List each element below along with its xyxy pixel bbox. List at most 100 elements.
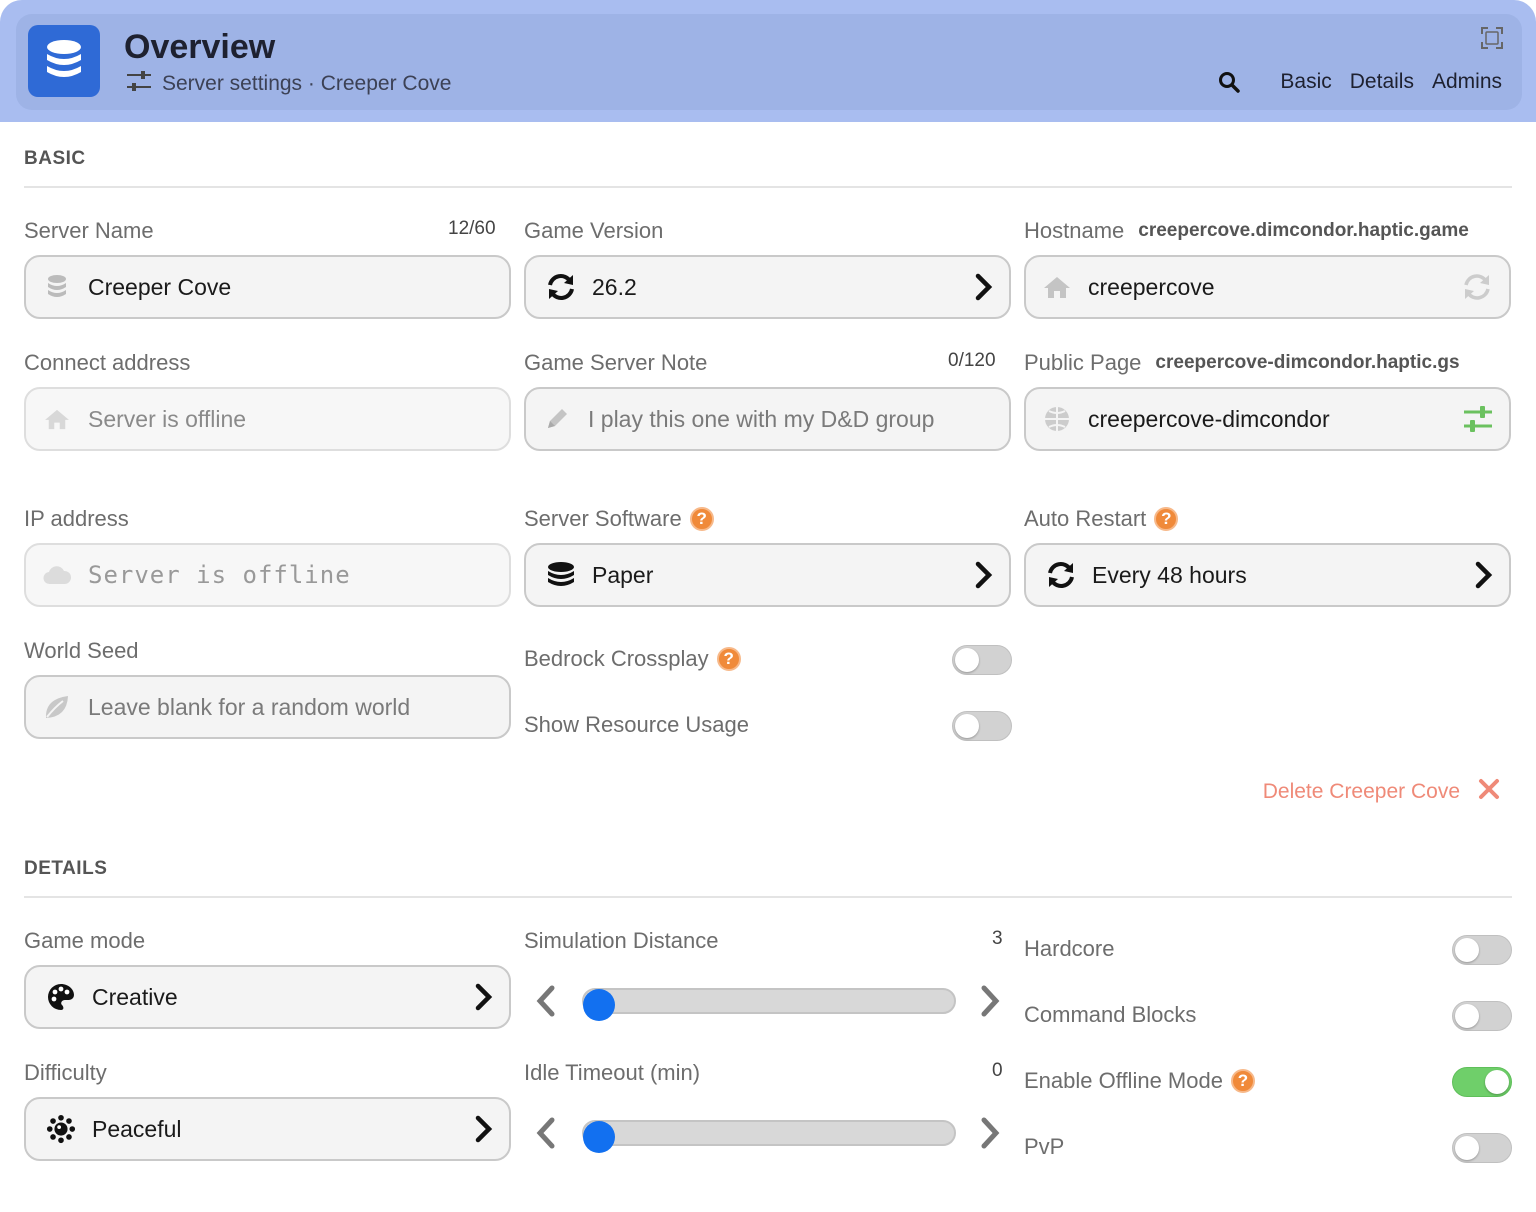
leaf-icon [42, 692, 72, 722]
toggle-knob [1455, 1136, 1479, 1160]
game-server-note-label: Game Server Note [524, 350, 708, 375]
server-name-input[interactable]: Creeper Cove [24, 255, 511, 319]
ip-address-label: IP address [24, 506, 129, 531]
offline-mode-toggle[interactable] [1452, 1067, 1512, 1097]
idle-timeout-value: 0 [992, 1060, 1003, 1081]
game-server-note-placeholder: I play this one with my D&D group [588, 405, 935, 432]
connect-address-placeholder: Server is offline [88, 405, 247, 432]
close-icon [1478, 778, 1500, 806]
chevron-right-icon[interactable] [978, 1116, 1002, 1155]
game-mode-label: Game mode [24, 928, 146, 953]
bedrock-crossplay-toggle[interactable] [952, 645, 1012, 675]
slider-track[interactable] [582, 1120, 956, 1153]
chevron-right-icon[interactable] [978, 984, 1002, 1023]
auto-restart-label-text: Auto Restart [1024, 506, 1147, 531]
nav-basic[interactable]: Basic [1280, 70, 1331, 94]
toggle-knob [955, 648, 979, 672]
hostname-full: creepercove.dimcondor.haptic.game [1138, 220, 1469, 241]
hostname-label-text: Hostname [1024, 218, 1125, 243]
server-software-label: Server Software ? [524, 506, 714, 532]
page-title: Overview [124, 28, 276, 66]
world-seed-input[interactable]: Leave blank for a random world [24, 675, 511, 739]
layers-icon [546, 560, 576, 590]
header-bar: Overview Server settings · Creeper Cove … [16, 14, 1522, 110]
chevron-right-icon [1473, 561, 1493, 589]
simulation-distance-slider [524, 981, 1012, 1021]
refresh-icon [546, 272, 576, 302]
game-mode-select[interactable]: Creative [24, 965, 511, 1029]
chevron-left-icon[interactable] [534, 984, 558, 1023]
chevron-right-icon [473, 983, 493, 1011]
offline-mode-label-text: Enable Offline Mode [1024, 1068, 1223, 1093]
ip-address-input: Server is offline [24, 543, 511, 607]
palette-icon [46, 982, 76, 1012]
divider [24, 896, 1512, 898]
section-nav: Basic Details Admins [1218, 70, 1502, 94]
slider-track[interactable] [582, 988, 956, 1021]
chevron-right-icon [973, 273, 993, 301]
delete-server-button[interactable]: Delete Creeper Cove [1263, 778, 1500, 806]
offline-mode-label: Enable Offline Mode ? [1024, 1068, 1255, 1094]
difficulty-select[interactable]: Peaceful [24, 1097, 511, 1161]
bedrock-crossplay-label: Bedrock Crossplay ? [524, 646, 741, 672]
sliders-icon[interactable] [1463, 405, 1493, 433]
public-page-input[interactable]: creepercove-dimcondor [1024, 387, 1511, 451]
pvp-toggle[interactable] [1452, 1133, 1512, 1163]
world-seed-placeholder: Leave blank for a random world [88, 693, 411, 720]
hardcore-label: Hardcore [1024, 936, 1115, 961]
home-icon [42, 404, 72, 434]
divider [24, 186, 1512, 188]
section-title-details: DETAILS [24, 858, 108, 879]
cloud-icon [42, 560, 72, 590]
pvp-label: PvP [1024, 1134, 1065, 1159]
database-icon [28, 25, 100, 97]
public-page-label-text: Public Page [1024, 350, 1142, 375]
show-resource-usage-toggle[interactable] [952, 711, 1012, 741]
section-title-basic: BASIC [24, 148, 86, 169]
ip-address-placeholder: Server is offline [88, 561, 351, 589]
hardcore-toggle[interactable] [1452, 935, 1512, 965]
connect-address-label: Connect address [24, 350, 191, 375]
server-software-label-text: Server Software [524, 506, 682, 531]
public-page-full: creepercove-dimcondor.haptic.gs [1155, 352, 1460, 373]
game-server-note-input[interactable]: I play this one with my D&D group [524, 387, 1011, 451]
refresh-icon[interactable] [1461, 273, 1493, 301]
nav-admins[interactable]: Admins [1432, 70, 1502, 94]
toggle-knob [1485, 1070, 1509, 1094]
server-software-select[interactable]: Paper [524, 543, 1011, 607]
public-page-label: Public Page creepercove-dimcondor.haptic… [1024, 350, 1460, 376]
command-blocks-toggle[interactable] [1452, 1001, 1512, 1031]
idle-timeout-slider [524, 1113, 1012, 1153]
world-seed-label: World Seed [24, 638, 139, 663]
server-name-label: Server Name [24, 218, 154, 243]
server-name-counter: 12/60 [448, 218, 496, 239]
hostname-label: Hostname creepercove.dimcondor.haptic.ga… [1024, 218, 1469, 244]
difficulty-label: Difficulty [24, 1060, 107, 1085]
simulation-distance-value: 3 [992, 928, 1003, 949]
help-icon[interactable]: ? [689, 507, 714, 531]
slider-thumb[interactable] [582, 989, 615, 1021]
connect-address-input: Server is offline [24, 387, 511, 451]
hostname-input[interactable]: creepercove [1024, 255, 1511, 319]
simulation-distance-label: Simulation Distance [524, 928, 719, 953]
nav-details[interactable]: Details [1350, 70, 1414, 94]
help-icon[interactable]: ? [1154, 507, 1179, 531]
chevron-left-icon[interactable] [534, 1116, 558, 1155]
command-blocks-label: Command Blocks [1024, 1002, 1197, 1027]
auto-restart-label: Auto Restart ? [1024, 506, 1179, 532]
toggle-knob [955, 714, 979, 738]
auto-restart-select[interactable]: Every 48 hours [1024, 543, 1511, 607]
help-icon[interactable]: ? [1230, 1069, 1255, 1093]
search-icon[interactable] [1218, 71, 1241, 93]
breadcrumb: Server settings · Creeper Cove [126, 70, 451, 98]
virus-icon [46, 1114, 76, 1144]
hostname-value: creepercove [1088, 273, 1215, 300]
help-icon[interactable]: ? [716, 647, 741, 671]
show-resource-usage-label: Show Resource Usage [524, 712, 750, 737]
sliders-icon [126, 70, 152, 98]
slider-thumb[interactable] [582, 1121, 615, 1153]
server-software-value: Paper [592, 561, 654, 588]
globe-icon [1042, 404, 1072, 434]
expand-icon[interactable] [1480, 26, 1504, 55]
game-version-select[interactable]: 26.2 [524, 255, 1011, 319]
